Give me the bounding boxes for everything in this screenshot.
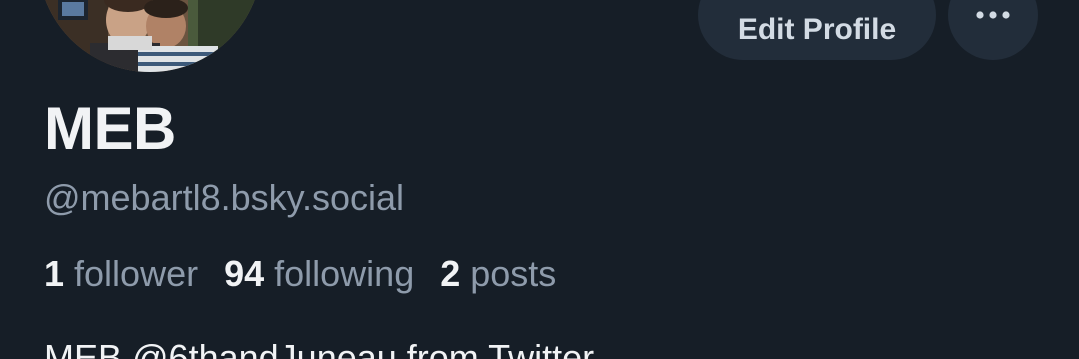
profile-stats: 1 follower 94 following 2 posts: [44, 256, 556, 292]
display-name: MEB: [44, 95, 176, 162]
more-options-button[interactable]: [948, 0, 1038, 60]
followers-stat[interactable]: 1 follower: [44, 256, 198, 292]
profile-header: Edit Profile MEB @mebartl8.bsky.social 1…: [0, 0, 1079, 359]
following-count: 94: [224, 253, 265, 294]
following-stat[interactable]: 94 following: [224, 256, 414, 292]
profile-handle: @mebartl8.bsky.social: [44, 177, 404, 218]
followers-count: 1: [44, 253, 65, 294]
avatar[interactable]: [38, 0, 262, 72]
followers-label: follower: [74, 253, 199, 294]
avatar-photo: [38, 0, 262, 72]
posts-stat: 2 posts: [440, 256, 556, 292]
edit-profile-button[interactable]: Edit Profile: [698, 0, 936, 60]
profile-bio: MEB @6thandJuneau from Twitter: [44, 337, 595, 359]
posts-label: posts: [470, 253, 557, 294]
posts-count: 2: [440, 253, 461, 294]
following-label: following: [274, 253, 415, 294]
ellipsis-icon: [976, 11, 1010, 19]
